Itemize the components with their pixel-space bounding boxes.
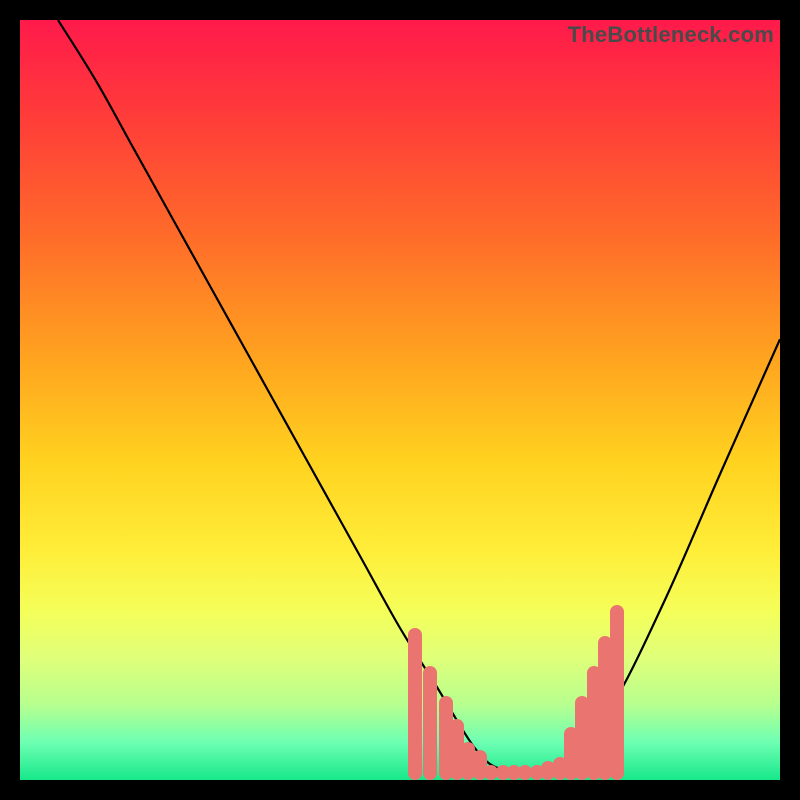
left-bar [408,628,422,780]
plot-area: TheBottleneck.com [20,20,780,780]
left-bar [423,666,437,780]
chart-stage: TheBottleneck.com [0,0,800,800]
bars-layer [20,580,780,780]
right-bar [610,605,624,780]
